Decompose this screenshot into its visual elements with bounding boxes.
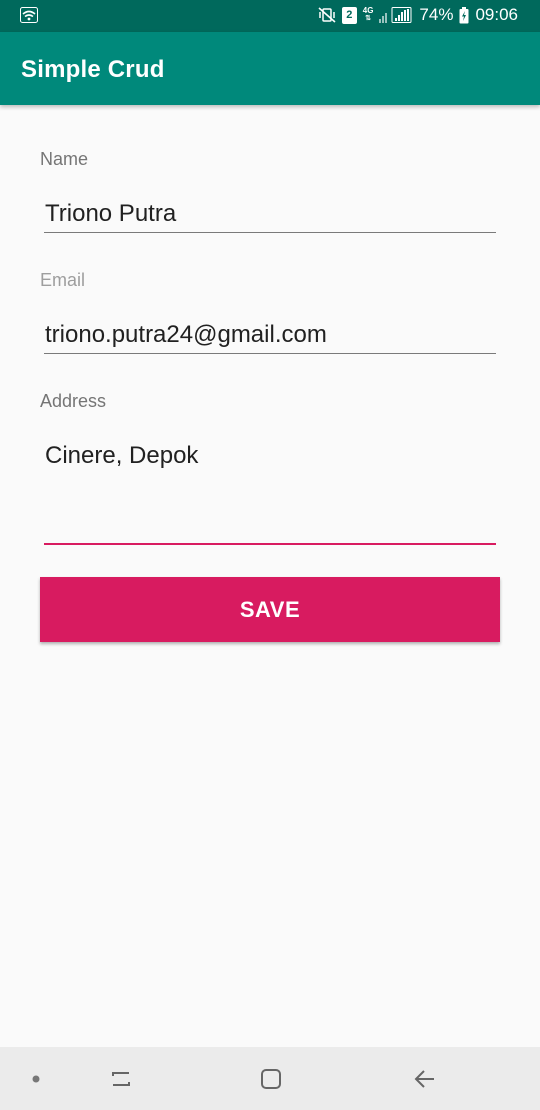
email-label: Email [40, 270, 86, 290]
name-field[interactable]: Triono Putra [45, 200, 176, 228]
status-left [20, 7, 38, 28]
address-label: Address [40, 391, 107, 411]
name-field-underline [44, 232, 496, 233]
app-bar: Simple Crud [0, 32, 540, 105]
navigation-bar [0, 1047, 540, 1110]
signal-icon [379, 7, 413, 23]
battery-percent: 74% [419, 5, 454, 24]
wifi-icon [20, 7, 38, 23]
save-button[interactable]: SAVE [40, 577, 500, 642]
battery-icon [459, 6, 469, 24]
email-field-underline [44, 353, 496, 354]
back-icon[interactable] [408, 1063, 440, 1095]
network-type-label: 4G [362, 6, 374, 15]
dot-indicator-icon[interactable] [20, 1063, 52, 1095]
status-right: 2 4G ⇅ 74% 09:06 [318, 5, 518, 25]
address-field[interactable]: Cinere, Depok [45, 442, 198, 470]
recent-apps-icon[interactable] [105, 1063, 137, 1095]
network-type: 4G ⇅ [363, 7, 374, 23]
status-bar: 2 4G ⇅ 74% 09:06 [0, 0, 540, 32]
mute-vibrate-icon [318, 7, 336, 23]
sim-icon: 2 [341, 6, 357, 24]
email-field[interactable]: triono.putra24@gmail.com [45, 321, 327, 349]
network-arrows: ⇅ [365, 15, 372, 22]
app-title: Simple Crud [21, 56, 165, 83]
address-field-underline [44, 543, 496, 545]
home-icon[interactable] [255, 1063, 287, 1095]
name-label: Name [40, 149, 89, 169]
clock: 09:06 [475, 5, 518, 24]
